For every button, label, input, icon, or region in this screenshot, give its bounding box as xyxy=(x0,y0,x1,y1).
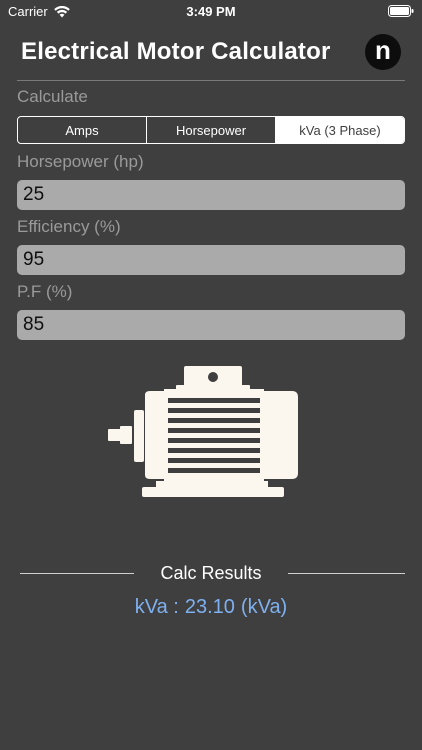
status-bar: Carrier 3:49 PM xyxy=(0,0,422,22)
horsepower-input[interactable] xyxy=(17,180,405,210)
result-name: kVa : xyxy=(134,596,179,618)
logo-letter: n xyxy=(375,35,391,65)
calculate-mode-selector: Amps Horsepower kVa (3 Phase) xyxy=(17,116,405,144)
app-title: Electrical Motor Calculator xyxy=(21,38,331,65)
battery-icon xyxy=(388,5,414,17)
results-value: kVa :23.10 (kVa) xyxy=(0,596,422,619)
status-time: 3:49 PM xyxy=(186,4,236,19)
horsepower-label: Horsepower (hp) xyxy=(17,152,144,171)
segment-horsepower[interactable]: Horsepower xyxy=(147,117,276,143)
efficiency-label: Efficiency (%) xyxy=(17,217,121,236)
app-logo-button[interactable]: n xyxy=(365,34,401,70)
segment-kva-3-phase[interactable]: kVa (3 Phase) xyxy=(276,117,404,143)
efficiency-input[interactable] xyxy=(17,245,405,275)
power-factor-input[interactable] xyxy=(17,310,405,340)
results-divider-right xyxy=(288,573,405,574)
result-unit: (kVa) xyxy=(240,596,288,618)
calculate-label: Calculate xyxy=(17,87,88,106)
power-factor-label: P.F (%) xyxy=(17,282,73,301)
electric-motor-icon xyxy=(108,366,298,497)
header-divider xyxy=(17,80,405,81)
segment-amps[interactable]: Amps xyxy=(18,117,147,143)
result-number: 23.10 xyxy=(184,596,235,618)
